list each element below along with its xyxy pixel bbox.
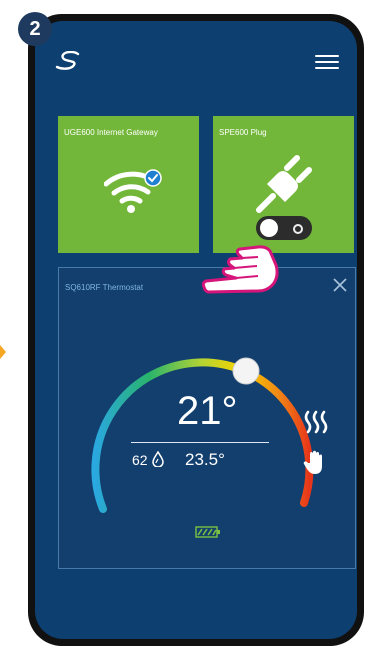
battery-full-icon <box>195 526 220 538</box>
humidity-drop-icon <box>152 451 164 467</box>
tile-label: UGE600 Internet Gateway <box>64 128 158 137</box>
hand-pointer-icon <box>201 245 279 294</box>
orange-arrow-icon <box>0 345 6 359</box>
heating-waves-icon <box>304 410 328 434</box>
tile-smart-plug[interactable]: SPE600 Plug <box>213 116 354 253</box>
tile-internet-gateway[interactable]: UGE600 Internet Gateway <box>58 116 199 253</box>
manual-hand-icon <box>303 450 322 474</box>
humidity-value: 62 <box>132 452 148 468</box>
temperature-divider <box>131 442 269 443</box>
wifi-check-icon <box>104 169 162 213</box>
phone-frame: UGE600 Internet Gateway SPE600 Plug SQ61… <box>28 14 364 646</box>
current-temperature: 23.5° <box>185 450 225 469</box>
thermostat-title: SQ610RF Thermostat <box>65 283 144 292</box>
app-screen: UGE600 Internet Gateway SPE600 Plug SQ61… <box>35 21 357 639</box>
toggle-off-indicator <box>293 224 303 234</box>
setpoint-temperature: 21° <box>177 389 238 433</box>
salus-logo-icon[interactable] <box>55 51 81 71</box>
plug-icon <box>256 155 312 213</box>
close-icon[interactable] <box>333 278 347 292</box>
step-badge: 2 <box>18 12 52 46</box>
hamburger-menu-icon[interactable] <box>315 55 339 69</box>
thermostat-card[interactable]: SQ610RF Thermostat 21° 62 23.5° <box>58 267 356 569</box>
tile-label: SPE600 Plug <box>219 128 267 137</box>
top-bar <box>35 21 357 81</box>
